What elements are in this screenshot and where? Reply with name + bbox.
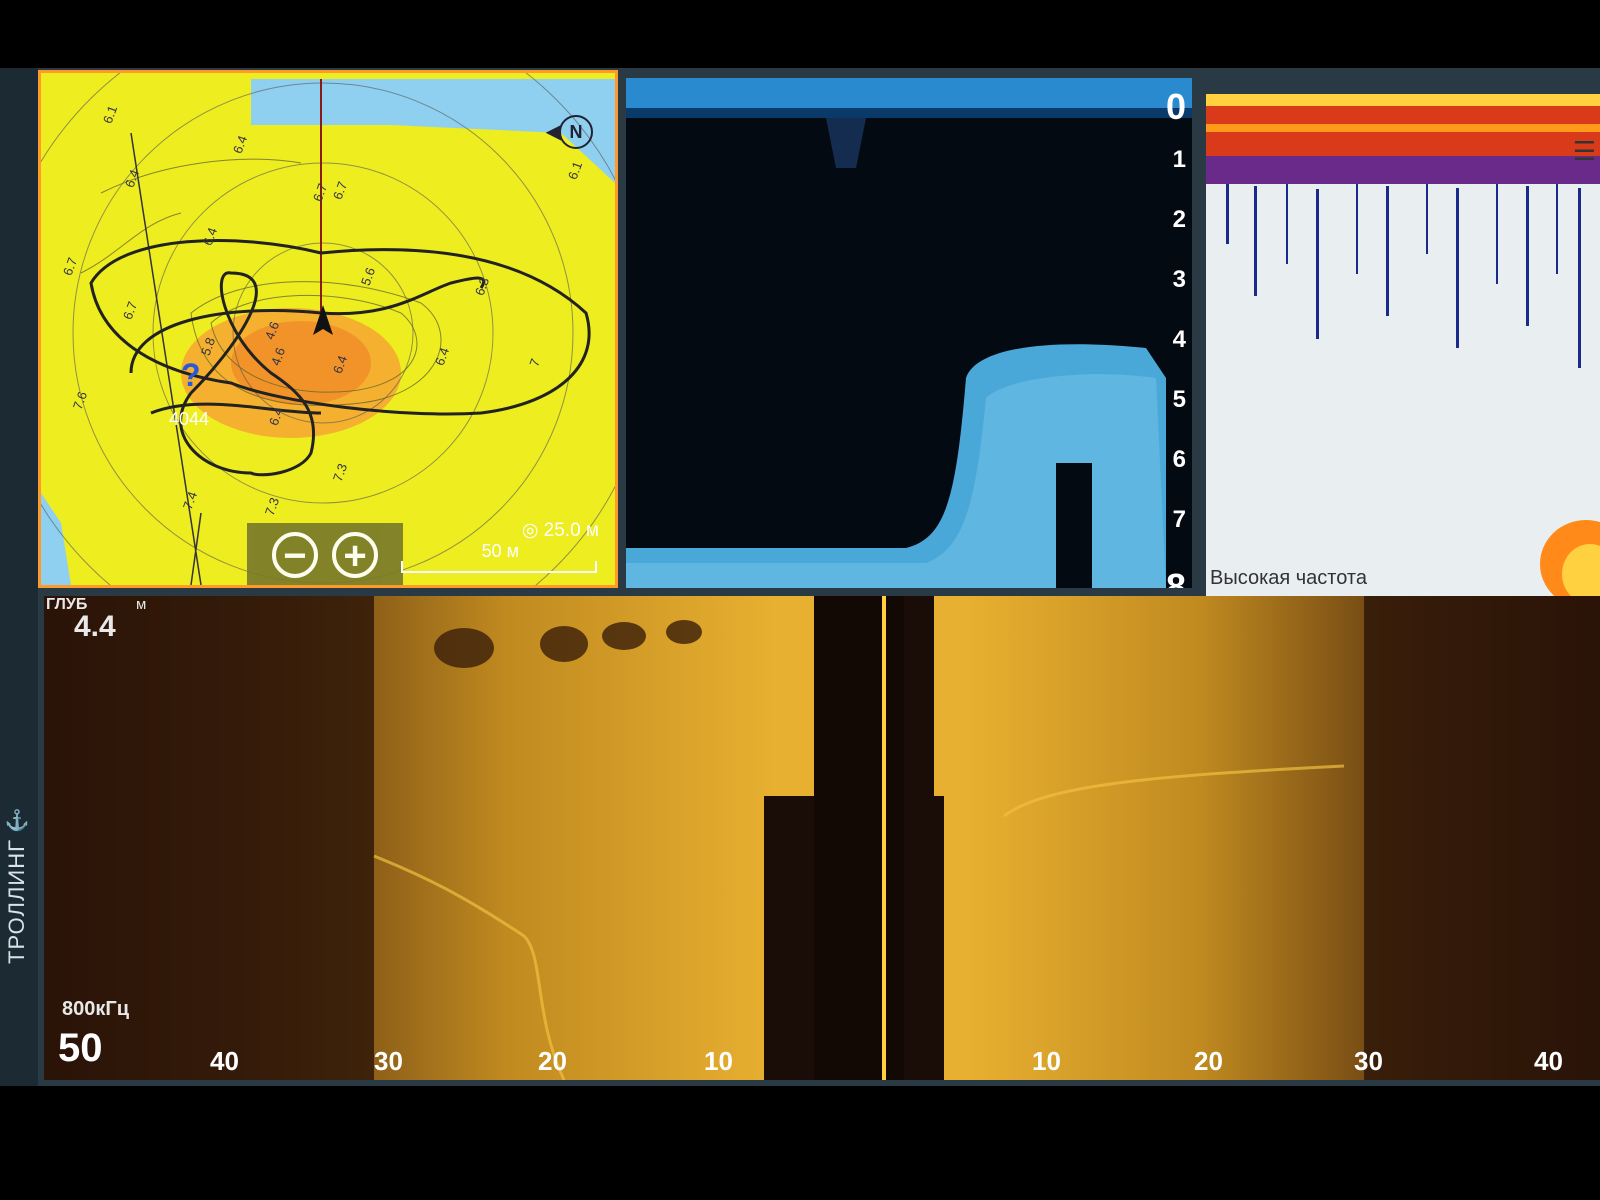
compass-icon[interactable]: N [559, 115, 593, 149]
zoom-out-button[interactable]: − [272, 532, 318, 578]
depth-tick: 2 [1172, 206, 1186, 233]
depth-tick: 3 [1172, 266, 1186, 293]
sidescan-image [44, 596, 1600, 1080]
left-tick: 40 [210, 1046, 239, 1076]
trolling-icon: ⚓ [4, 810, 30, 832]
range-value[interactable]: 50 [58, 1026, 103, 1071]
depth-tick: 6 [1172, 446, 1186, 473]
downscan-image [1206, 94, 1600, 598]
depth-tick: 0 [1165, 86, 1186, 127]
zoom-in-button[interactable]: + [332, 532, 378, 578]
depth-scale: 0 1 2 3 4 5 6 7 8 [1156, 86, 1186, 588]
chart-pane[interactable]: ◀ N ? 4044 − + ◎ 25.0 м 50 м 6.1 6.4 6.4 6.… [38, 70, 618, 588]
sonar-pane[interactable]: 0 1 2 3 4 5 6 7 8 [626, 78, 1192, 588]
unknown-marker[interactable]: ? [181, 357, 201, 394]
sidebar: ⚓ ТРОЛЛИНГ [0, 68, 38, 1086]
scale-bar [401, 561, 597, 573]
menu-icon[interactable]: ☰ [1573, 136, 1596, 167]
scale-label: 50 м [481, 541, 519, 561]
downscan-pane[interactable]: ☰ Высокая частота [1206, 94, 1600, 598]
range-ring-label: ◎ 25.0 м [521, 520, 599, 541]
depth-unit: м [136, 596, 147, 613]
right-tick: 10 [1032, 1046, 1061, 1076]
right-tick: 20 [1194, 1046, 1223, 1076]
right-tick: 30 [1354, 1046, 1383, 1076]
sidescan-pane[interactable]: ГЛУБ м 4.4 800кГц 50 40 30 20 10 10 20 3… [44, 596, 1600, 1080]
depth-tick: 4 [1172, 326, 1186, 353]
left-tick: 10 [704, 1046, 733, 1076]
sidescan-frequency: 800кГц [62, 998, 130, 1020]
zoom-controls: − + [247, 523, 403, 585]
range-value: 25.0 м [543, 520, 599, 541]
depth-tick: 1 [1172, 146, 1186, 173]
left-tick: 30 [374, 1046, 403, 1076]
waypoint-label[interactable]: 4044 [169, 409, 209, 430]
left-tick: 20 [538, 1046, 567, 1076]
depth-tick: 8 [1165, 566, 1186, 588]
depth-tick: 5 [1172, 386, 1186, 413]
mode-label: ТРОЛЛИНГ [4, 839, 29, 964]
depth-value: 4.4 [74, 610, 116, 643]
depth-tick: 7 [1172, 506, 1186, 533]
right-tick: 40 [1534, 1046, 1563, 1076]
chart-map[interactable] [41, 73, 615, 585]
sonar-image [626, 78, 1192, 588]
mode-indicator[interactable]: ⚓ ТРОЛЛИНГ [0, 808, 34, 998]
frequency-label: Высокая частота [1210, 567, 1367, 589]
